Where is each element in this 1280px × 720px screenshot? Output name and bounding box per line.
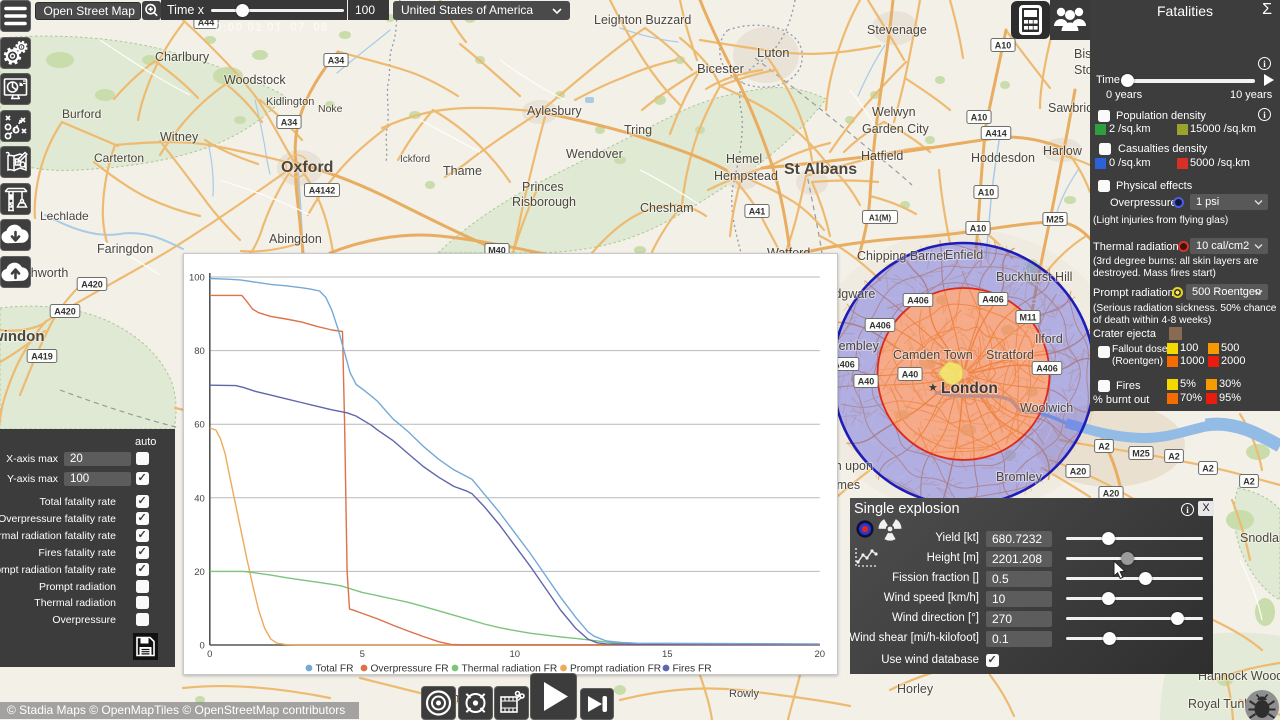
- svg-text:Wendover: Wendover: [566, 147, 623, 161]
- svg-text:Woodstock: Woodstock: [224, 73, 286, 87]
- svg-text:Tring: Tring: [624, 123, 652, 137]
- svg-text:A10: A10: [971, 112, 988, 122]
- svg-text:0: 0: [200, 641, 205, 652]
- svg-text:Ilford: Ilford: [1035, 332, 1063, 346]
- svg-text:Ickford: Ickford: [400, 154, 430, 165]
- svg-text:A2: A2: [1098, 441, 1110, 451]
- svg-text:A406: A406: [869, 320, 891, 330]
- svg-text:Harlow: Harlow: [1043, 144, 1083, 158]
- svg-text:Hoddesdon: Hoddesdon: [971, 151, 1035, 165]
- svg-text:Lechlade: Lechlade: [40, 209, 89, 223]
- svg-text:20: 20: [194, 567, 205, 578]
- svg-text:London: London: [941, 380, 998, 397]
- svg-text:Bromley: Bromley: [996, 470, 1043, 484]
- svg-text:Faringdon: Faringdon: [97, 242, 153, 256]
- svg-text:Chesham: Chesham: [640, 201, 694, 215]
- svg-text:Prompt radiation FR: Prompt radiation FR: [570, 664, 661, 675]
- svg-text:Enfield: Enfield: [945, 248, 983, 262]
- svg-text:Burford: Burford: [62, 107, 101, 121]
- svg-text:60: 60: [194, 420, 205, 431]
- svg-text:20: 20: [815, 649, 826, 660]
- svg-text:A40: A40: [902, 369, 919, 379]
- svg-text:Garden City: Garden City: [862, 122, 929, 136]
- svg-text:A414: A414: [985, 128, 1007, 138]
- svg-text:A10: A10: [970, 223, 987, 233]
- svg-text:Swindon: Swindon: [0, 328, 45, 345]
- svg-text:Woolwich: Woolwich: [1020, 401, 1073, 415]
- svg-text:M25: M25: [1132, 448, 1150, 458]
- svg-text:Stratford: Stratford: [986, 348, 1034, 362]
- svg-text:Stevenage: Stevenage: [867, 23, 927, 37]
- svg-text:15: 15: [662, 649, 673, 660]
- svg-text:A4142: A4142: [309, 185, 336, 195]
- svg-text:Princes: Princes: [522, 180, 564, 194]
- svg-text:Risborough: Risborough: [512, 195, 576, 209]
- svg-text:A1(M): A1(M): [869, 213, 892, 222]
- svg-text:M25: M25: [1046, 214, 1064, 224]
- svg-text:100: 100: [189, 273, 205, 284]
- svg-text:Aylesbury: Aylesbury: [527, 104, 582, 118]
- svg-text:Snodland: Snodland: [1240, 531, 1280, 545]
- svg-text:Hemel: Hemel: [726, 152, 762, 166]
- svg-text:A10: A10: [978, 187, 995, 197]
- svg-text:5: 5: [360, 649, 365, 660]
- svg-text:Charlbury: Charlbury: [155, 50, 210, 64]
- svg-text:10: 10: [510, 649, 521, 660]
- svg-text:A406: A406: [907, 295, 929, 305]
- svg-text:A2: A2: [1168, 451, 1180, 461]
- svg-text:Oxford: Oxford: [281, 159, 333, 176]
- svg-text:A406: A406: [982, 294, 1004, 304]
- svg-text:A20: A20: [1070, 466, 1087, 476]
- svg-text:A419: A419: [31, 351, 53, 361]
- svg-text:Bicester: Bicester: [697, 61, 745, 76]
- svg-text:Camden Town: Camden Town: [893, 348, 973, 362]
- svg-text:Noke: Noke: [318, 103, 343, 115]
- svg-text:A420: A420: [54, 306, 76, 316]
- svg-text:A420: A420: [81, 279, 103, 289]
- svg-text:Welwyn: Welwyn: [872, 105, 916, 119]
- svg-text:A41: A41: [749, 206, 766, 216]
- svg-text:A20: A20: [1103, 488, 1120, 498]
- svg-text:0: 0: [207, 649, 212, 660]
- svg-text:A406: A406: [1036, 363, 1058, 373]
- svg-text:Thame: Thame: [443, 164, 482, 178]
- svg-text:Leighton Buzzard: Leighton Buzzard: [594, 13, 691, 27]
- svg-text:A40: A40: [858, 376, 875, 386]
- svg-text:Carterton: Carterton: [94, 151, 144, 165]
- svg-text:A10: A10: [995, 40, 1012, 50]
- svg-text:40: 40: [194, 493, 205, 504]
- svg-text:Overpressure FR: Overpressure FR: [371, 664, 449, 675]
- svg-text:St Albans: St Albans: [784, 161, 857, 178]
- svg-text:Chipping Barnet: Chipping Barnet: [857, 249, 947, 263]
- svg-text:80: 80: [194, 346, 205, 357]
- svg-text:A2: A2: [1243, 476, 1255, 486]
- svg-text:Rowly: Rowly: [729, 688, 759, 700]
- svg-text:Hempstead: Hempstead: [714, 169, 778, 183]
- svg-text:★: ★: [928, 382, 938, 394]
- svg-text:Luton: Luton: [757, 45, 790, 60]
- svg-text:Abingdon: Abingdon: [269, 232, 322, 246]
- svg-text:Total FR: Total FR: [316, 664, 354, 675]
- svg-text:Kidlington: Kidlington: [266, 96, 314, 108]
- svg-text:Hatfield: Hatfield: [861, 149, 903, 163]
- svg-text:A34: A34: [328, 55, 345, 65]
- svg-text:A34: A34: [281, 117, 298, 127]
- svg-text:Witney: Witney: [160, 130, 199, 144]
- svg-text:Buckhurst Hill: Buckhurst Hill: [996, 270, 1072, 284]
- svg-text:A2: A2: [1202, 463, 1214, 473]
- svg-text:Fires FR: Fires FR: [673, 664, 712, 675]
- svg-text:M11: M11: [1019, 312, 1036, 322]
- svg-text:Horley: Horley: [897, 682, 934, 696]
